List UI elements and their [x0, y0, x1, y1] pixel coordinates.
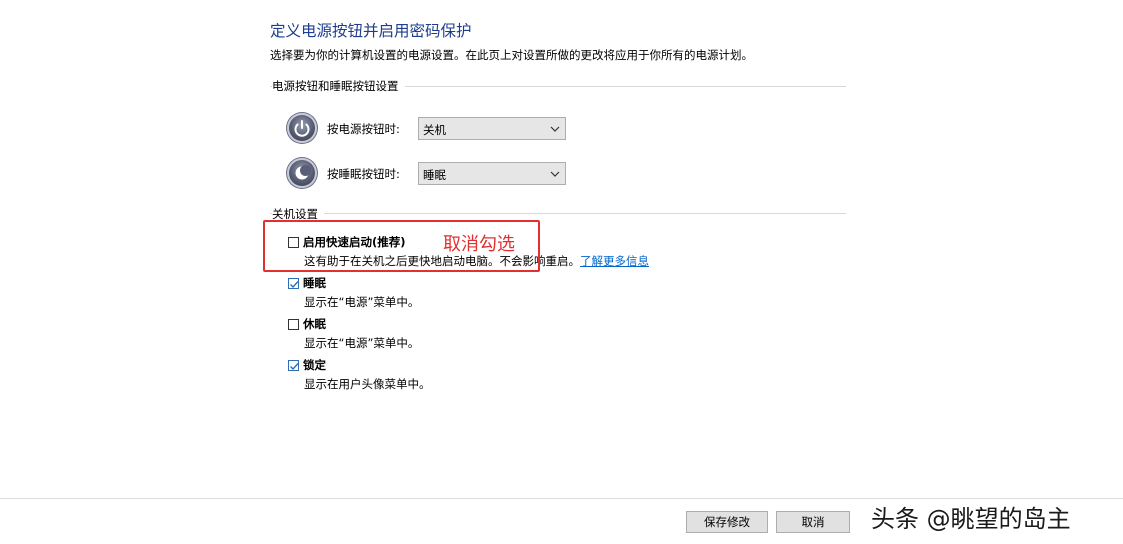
save-button[interactable]: 保存修改	[686, 511, 768, 533]
sleep-moon-icon	[287, 158, 317, 188]
cancel-button[interactable]: 取消	[776, 511, 850, 533]
sleep-option-description: 显示在“电源”菜单中。	[304, 295, 420, 309]
power-section-heading: 电源按钮和睡眠按钮设置	[272, 78, 405, 94]
shutdown-section-divider	[270, 213, 846, 214]
watermark-text: 头条 @眺望的岛主	[871, 505, 1071, 533]
power-button-action-value: 关机	[423, 123, 446, 137]
power-button-label: 按电源按钮时:	[327, 122, 400, 136]
annotation-text: 取消勾选	[443, 234, 515, 255]
hibernate-option-description: 显示在“电源”菜单中。	[304, 336, 420, 350]
sleep-checkbox[interactable]	[288, 278, 299, 289]
lock-option-label[interactable]: 锁定	[303, 357, 326, 373]
chevron-down-icon	[549, 168, 561, 183]
lock-option-description: 显示在用户头像菜单中。	[304, 377, 431, 391]
hibernate-checkbox[interactable]	[288, 319, 299, 330]
hibernate-option-label[interactable]: 休眠	[303, 316, 326, 332]
power-icon	[287, 113, 317, 143]
sleep-button-label: 按睡眠按钮时:	[327, 167, 400, 181]
power-button-action-select[interactable]: 关机	[418, 117, 566, 140]
chevron-down-icon	[549, 123, 561, 138]
lock-checkbox[interactable]	[288, 360, 299, 371]
sleep-button-action-select[interactable]: 睡眠	[418, 162, 566, 185]
page-description: 选择要为你的计算机设置的电源设置。在此页上对设置所做的更改将应用于你所有的电源计…	[270, 48, 753, 62]
page-title: 定义电源按钮并启用密码保护	[270, 22, 472, 40]
learn-more-link[interactable]: 了解更多信息	[580, 254, 649, 268]
sleep-button-action-value: 睡眠	[423, 168, 446, 182]
sleep-option-label[interactable]: 睡眠	[303, 275, 326, 291]
